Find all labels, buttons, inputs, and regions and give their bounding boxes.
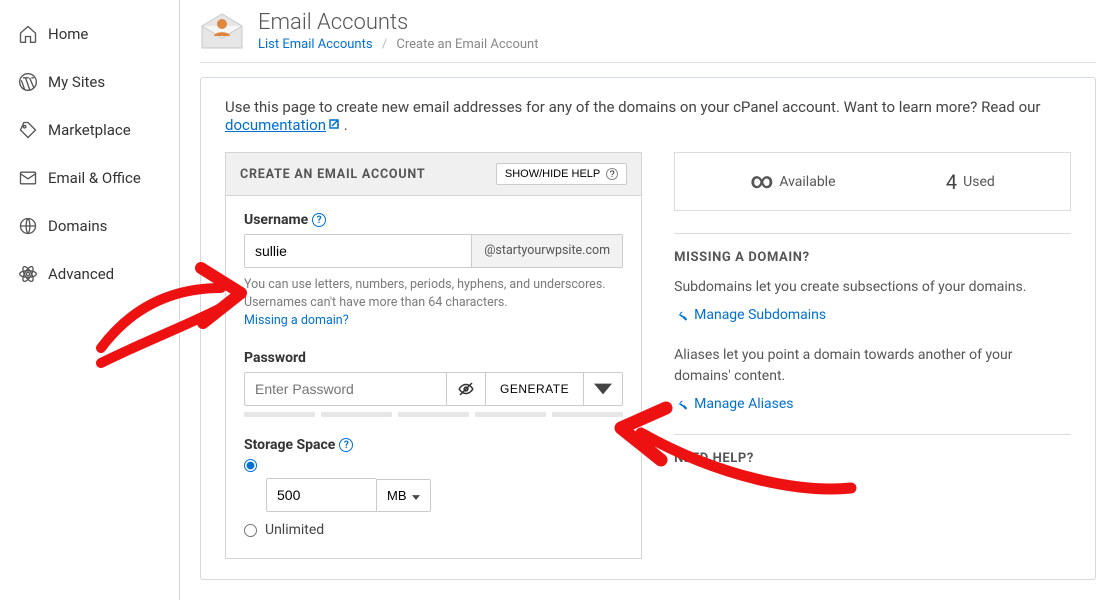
help-icon[interactable]: ? [339,438,353,452]
page-header: Email Accounts List Email Accounts / Cre… [200,10,1096,63]
strength-segment [398,412,469,417]
wrench-icon [674,308,688,322]
email-accounts-icon [200,12,244,50]
username-field-block: Username ? @startyourwpsite.com You can … [244,212,623,330]
username-label: Username ? [244,212,623,228]
toggle-password-visibility-button[interactable] [447,372,486,406]
intro-text: Use this page to create new email addres… [225,98,1071,134]
storage-custom-radio[interactable] [244,459,257,472]
username-hint: You can use letters, numbers, periods, h… [244,276,623,330]
sidebar-item-label: Email & Office [48,169,141,187]
help-icon[interactable]: ? [312,213,326,227]
storage-unit-select[interactable]: MB [376,479,431,512]
breadcrumb-separator: / [382,37,387,52]
page-title: Email Accounts [258,10,539,35]
breadcrumb-list-link[interactable]: List Email Accounts [258,37,373,52]
password-strength-bar [244,412,623,417]
sidebar-item-my-sites[interactable]: My Sites [0,58,179,106]
wordpress-icon [18,72,38,92]
stat-available: ∞ Available [750,169,835,194]
username-input-group: @startyourwpsite.com [244,234,623,268]
manage-aliases-link[interactable]: Manage Aliases [674,396,793,412]
atom-icon [18,264,38,284]
strength-segment [321,412,392,417]
unlimited-label: Unlimited [265,522,324,538]
documentation-link[interactable]: documentation [225,116,326,134]
stat-used: 4 Used [946,170,995,194]
strength-segment [475,412,546,417]
strength-segment [244,412,315,417]
main-content: Email Accounts List Email Accounts / Cre… [180,0,1116,600]
create-account-column: CREATE AN EMAIL ACCOUNT SHOW/HIDE HELP ?… [225,152,642,559]
sidebar-item-label: Marketplace [48,121,131,139]
storage-unlimited-radio[interactable] [244,524,257,537]
password-label-text: Password [244,350,306,366]
sidebar-item-domains[interactable]: Domains [0,202,179,250]
storage-unit-label: MB [387,488,407,503]
storage-input[interactable] [266,478,376,512]
storage-label-text: Storage Space [244,437,335,453]
manage-subdomains-label: Manage Subdomains [694,307,826,323]
breadcrumb-current: Create an Email Account [396,37,538,52]
generate-password-button[interactable]: GENERATE [486,372,584,406]
generate-password-dropdown[interactable] [584,372,623,406]
divider [674,434,1071,435]
password-input[interactable] [244,372,447,406]
username-label-text: Username [244,212,308,228]
storage-field-block: Storage Space ? MB [244,437,623,538]
sidebar-item-label: Home [48,25,88,43]
missing-domain-title: MISSING A DOMAIN? [674,250,1071,265]
question-icon: ? [606,168,618,180]
username-hint-text: You can use letters, numbers, periods, h… [244,277,606,310]
need-help-title: NEED HELP? [674,451,1071,466]
sidebar-item-marketplace[interactable]: Marketplace [0,106,179,154]
help-button-label: SHOW/HIDE HELP [505,168,600,180]
password-label: Password [244,350,623,366]
sidebar-item-advanced[interactable]: Advanced [0,250,179,298]
stats-box: ∞ Available 4 Used [674,152,1071,211]
sidebar-item-label: My Sites [48,73,105,91]
breadcrumb: List Email Accounts / Create an Email Ac… [258,37,539,52]
external-link-icon [328,116,340,128]
create-account-panel: CREATE AN EMAIL ACCOUNT SHOW/HIDE HELP ?… [225,152,642,559]
sidebar-item-email-office[interactable]: Email & Office [0,154,179,202]
wrench-icon [674,397,688,411]
create-account-title: CREATE AN EMAIL ACCOUNT [240,167,425,182]
domain-addon: @startyourwpsite.com [471,235,622,267]
storage-label: Storage Space ? [244,437,623,453]
sidebar-item-home[interactable]: Home [0,10,179,58]
divider [674,233,1071,234]
username-input[interactable] [245,235,471,267]
manage-aliases-label: Manage Aliases [694,396,793,412]
caret-down-icon [412,495,420,500]
tag-icon [18,120,38,140]
globe-icon [18,216,38,236]
password-field-block: Password GENERATE [244,350,623,417]
mail-icon [18,168,38,188]
content-panel: Use this page to create new email addres… [200,77,1096,580]
sidebar-item-label: Domains [48,217,107,235]
missing-domain-link[interactable]: Missing a domain? [244,313,349,328]
show-hide-help-button[interactable]: SHOW/HIDE HELP ? [496,163,627,185]
manage-subdomains-link[interactable]: Manage Subdomains [674,307,826,323]
eye-off-icon [457,380,475,398]
available-label: Available [779,174,835,190]
aliases-desc: Aliases let you point a domain towards a… [674,345,1071,386]
subdomains-desc: Subdomains let you create subsections of… [674,277,1071,297]
caret-down-icon [594,380,612,398]
strength-segment [552,412,623,417]
create-account-header: CREATE AN EMAIL ACCOUNT SHOW/HIDE HELP ? [226,153,641,196]
infinity-icon: ∞ [750,169,773,194]
info-column: ∞ Available 4 Used MISSING A DOMAIN? Sub… [666,152,1071,559]
home-icon [18,24,38,44]
used-value: 4 [946,170,957,194]
sidebar: Home My Sites Marketplace Email & Office… [0,0,180,600]
sidebar-item-label: Advanced [48,265,114,283]
intro-after: . [340,116,348,134]
used-label: Used [963,174,995,190]
intro-before: Use this page to create new email addres… [225,98,1041,116]
